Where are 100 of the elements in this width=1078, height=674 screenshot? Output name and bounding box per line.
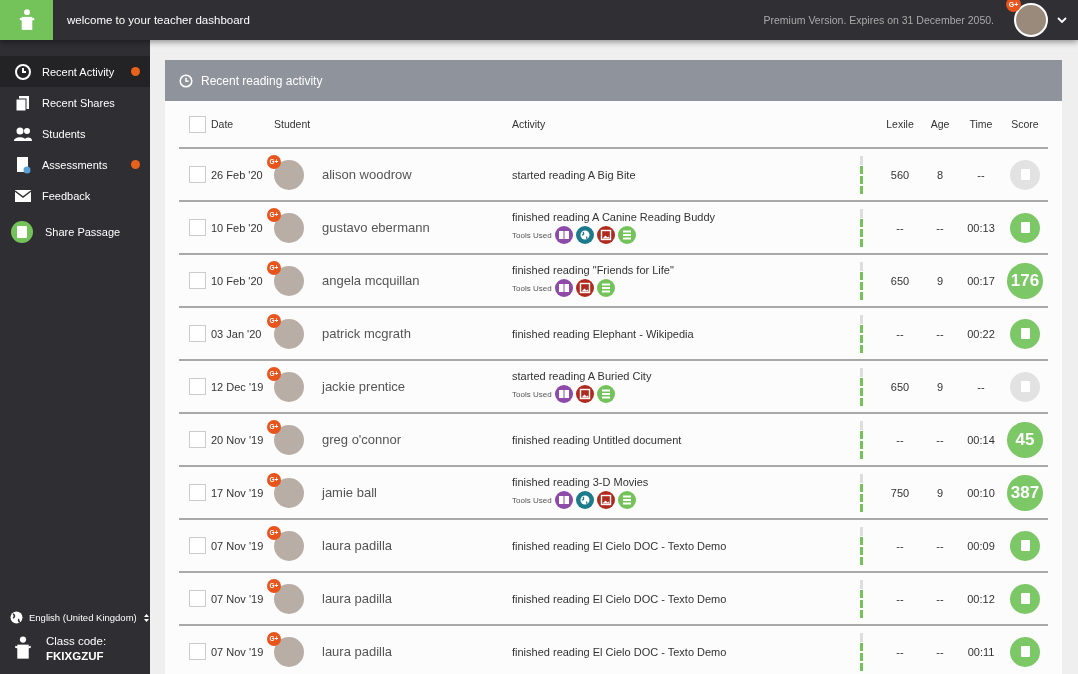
lexile-cell-text: -- — [895, 221, 905, 234]
lexile-cell-text: -- — [895, 592, 905, 605]
globe-icon — [10, 611, 23, 624]
lexile-cell-text: 650 — [889, 380, 911, 393]
tools-used-label: Tools Used — [512, 389, 552, 399]
column-header[interactable]: Time — [960, 118, 1002, 130]
time-cell-text: 00:22 — [966, 327, 996, 340]
report-button[interactable] — [1010, 636, 1040, 667]
activity-text: finished reading El Cielo DOC - Texto Demo — [512, 645, 728, 658]
checkbox[interactable] — [189, 115, 206, 133]
checkbox[interactable] — [189, 378, 206, 395]
time-cell-text: 00:12 — [966, 592, 996, 605]
report-button[interactable] — [1010, 212, 1040, 243]
student-name[interactable]: laura padilla — [322, 591, 512, 606]
activity-text: finished reading "Friends for Life" — [512, 264, 675, 276]
book-icon — [554, 385, 573, 403]
age-cell-text: 9 — [935, 274, 945, 287]
student-name[interactable]: jackie prentice — [322, 379, 512, 394]
student-name[interactable]: jamie ball — [322, 485, 512, 500]
lexile-cell-text: -- — [895, 433, 905, 446]
checkbox[interactable] — [189, 166, 206, 183]
list-icon — [617, 226, 636, 244]
activity-text: finished reading 3-D Movies — [512, 476, 650, 488]
checkbox[interactable] — [189, 272, 206, 289]
activity-text: started reading A Big Bite — [512, 168, 637, 181]
date-cell-text: 07 Nov '19 — [211, 645, 265, 658]
activity-text: started reading A Buried City — [512, 370, 653, 382]
sidebar-item[interactable]: Students — [0, 118, 150, 149]
date-cell-text: 07 Nov '19 — [211, 592, 265, 605]
date-cell-text: 07 Nov '19 — [211, 539, 265, 552]
picture-icon — [575, 279, 594, 297]
column-header[interactable]: Date — [211, 118, 274, 130]
documents-icon — [14, 93, 32, 112]
report-button[interactable] — [1010, 530, 1040, 561]
column-header[interactable]: Activity — [512, 118, 854, 130]
lexile-cell-text: -- — [895, 539, 905, 552]
time-cell-text: 00:10 — [966, 486, 996, 499]
chevron-down-icon[interactable] — [1056, 16, 1068, 24]
student-name[interactable]: laura padilla — [322, 538, 512, 553]
clock-icon — [14, 62, 32, 81]
tools-used-label: Tools Used — [512, 495, 552, 505]
date-cell-text: 17 Nov '19 — [211, 486, 265, 499]
sidebar-item[interactable]: Assessments — [0, 149, 150, 180]
document-icon — [1020, 328, 1030, 339]
sort-arrows-icon — [142, 612, 150, 623]
column-header[interactable]: Age — [920, 118, 960, 130]
document-check-icon — [14, 155, 32, 174]
sidebar-item[interactable]: Recent Activity — [0, 56, 150, 87]
age-cell-text: 8 — [935, 168, 945, 181]
checkbox[interactable] — [189, 484, 206, 501]
share-passage-button[interactable]: Share Passage — [11, 221, 150, 243]
sidebar-item[interactable]: Recent Shares — [0, 87, 150, 118]
student-name[interactable]: greg o'connor — [322, 432, 512, 447]
checkbox[interactable] — [189, 537, 206, 554]
date-cell-text: 20 Nov '19 — [211, 433, 265, 446]
age-cell-text: -- — [935, 539, 945, 552]
date-cell-text: 10 Feb '20 — [211, 274, 264, 287]
student-name[interactable]: gustavo ebermann — [322, 220, 512, 235]
globe-icon — [575, 491, 594, 509]
report-button[interactable] — [1010, 583, 1040, 614]
document-icon — [17, 226, 27, 238]
class-code: FKIXGZUF — [46, 649, 105, 662]
age-cell-text: -- — [935, 592, 945, 605]
lexile-cell-text: -- — [895, 645, 905, 658]
checkbox[interactable] — [189, 590, 206, 607]
column-header[interactable]: Student — [274, 118, 512, 130]
lexile-cell-text: 560 — [889, 168, 911, 181]
lexile-cell-text: -- — [895, 327, 905, 340]
clock-icon — [179, 73, 193, 88]
student-name[interactable]: patrick mcgrath — [322, 326, 512, 341]
picture-icon — [596, 491, 615, 509]
book-icon — [554, 226, 573, 244]
picture-icon — [596, 226, 615, 244]
tools-used-label: Tools Used — [512, 230, 552, 240]
age-cell-text: 9 — [935, 486, 945, 499]
student-name[interactable]: alison woodrow — [322, 167, 512, 182]
checkbox[interactable] — [189, 643, 206, 660]
student-name[interactable]: laura padilla — [322, 644, 512, 659]
sidebar-item[interactable]: Feedback — [0, 180, 150, 211]
time-cell-text: -- — [976, 380, 986, 393]
time-cell-text: 00:13 — [966, 221, 996, 234]
picture-icon — [575, 385, 594, 403]
activity-text: finished reading Untitled document — [512, 433, 683, 446]
age-cell-text: -- — [935, 433, 945, 446]
activity-text: finished reading A Canine Reading Buddy — [512, 211, 717, 223]
language-selector[interactable]: English (United Kingdom) — [10, 611, 150, 624]
list-icon — [596, 385, 615, 403]
checkbox[interactable] — [189, 325, 206, 342]
license-text: Premium Version. Expires on 31 December 2050. — [763, 14, 994, 26]
date-cell-text: 26 Feb '20 — [211, 168, 264, 181]
checkbox[interactable] — [189, 431, 206, 448]
list-icon — [596, 279, 615, 297]
lexile-cell-text: 650 — [889, 274, 911, 287]
document-icon — [1020, 646, 1030, 657]
report-button[interactable] — [1010, 318, 1040, 349]
column-header[interactable]: Lexile — [880, 118, 920, 130]
student-name[interactable]: angela mcquillan — [322, 273, 512, 288]
column-header[interactable]: Score — [1002, 118, 1048, 130]
checkbox[interactable] — [189, 219, 206, 236]
class-code-label: Class code: — [46, 634, 107, 647]
